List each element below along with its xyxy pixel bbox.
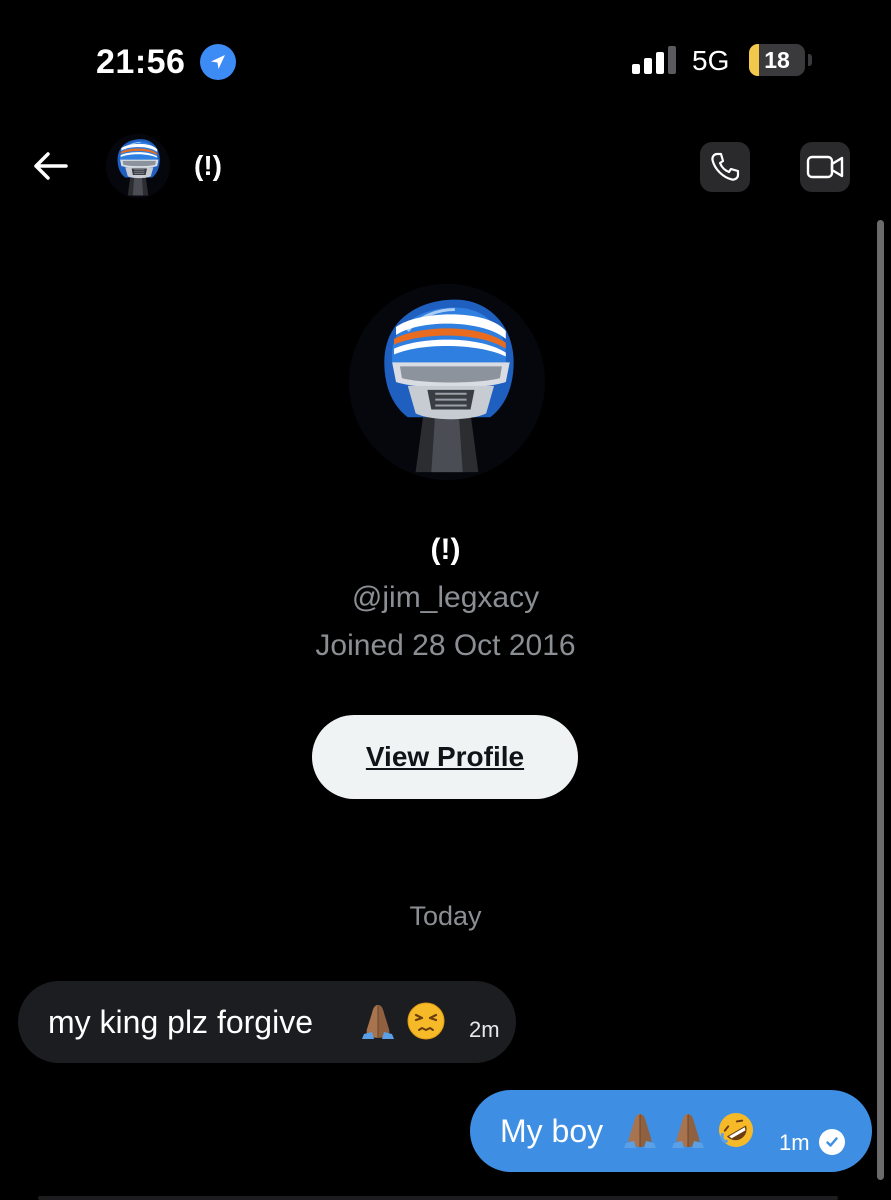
conversation-header: (!) — [0, 130, 891, 210]
profile-avatar[interactable] — [349, 284, 545, 480]
scrollbar[interactable] — [877, 220, 884, 1180]
folded-hands-emoji-icon — [620, 1110, 660, 1150]
voice-call-button[interactable] — [700, 142, 750, 192]
status-bar: 21:56 5G 18 — [0, 0, 891, 120]
message-text: my king plz forgive — [48, 1004, 313, 1040]
location-arrow-icon — [200, 44, 236, 80]
profile-joined-date: Joined 28 Oct 2016 — [315, 629, 576, 662]
next-message-edge — [38, 1196, 838, 1200]
profile-display-name: (!) — [430, 533, 461, 566]
message-emojis — [620, 1110, 756, 1150]
header-avatar[interactable] — [106, 134, 170, 198]
header-contact-name[interactable]: (!) — [194, 148, 222, 184]
status-time: 21:56 — [96, 43, 186, 81]
cellular-signal-icon — [632, 46, 676, 74]
message-text: My boy — [500, 1113, 604, 1149]
view-profile-button[interactable]: View Profile — [312, 715, 578, 799]
video-camera-icon — [806, 155, 844, 179]
back-button[interactable] — [24, 140, 76, 192]
battery-percentage: 18 — [764, 47, 790, 73]
received-message-bubble[interactable]: my king plz forgive 2m — [18, 981, 516, 1063]
rolling-on-floor-laughing-emoji-icon — [716, 1110, 756, 1150]
sent-message-bubble[interactable]: My boy 1m — [470, 1090, 872, 1172]
battery-icon: 18 — [749, 44, 805, 76]
phone-icon — [711, 152, 740, 181]
folded-hands-emoji-icon — [358, 1001, 398, 1041]
profile-avatar-image — [349, 284, 545, 480]
message-time: 1m — [779, 1130, 810, 1155]
network-type: 5G — [692, 45, 730, 76]
day-separator: Today — [409, 901, 482, 931]
video-call-button[interactable] — [800, 142, 850, 192]
battery-cap — [808, 54, 812, 66]
message-time: 2m — [469, 1017, 500, 1042]
read-receipt-check-icon — [819, 1129, 845, 1155]
persevering-face-emoji-icon — [406, 1001, 446, 1041]
folded-hands-emoji-icon — [668, 1110, 708, 1150]
profile-handle: @jim_legxacy — [351, 581, 540, 614]
back-arrow-icon — [34, 152, 68, 180]
avatar-image — [106, 134, 170, 198]
message-emojis — [358, 1001, 446, 1041]
